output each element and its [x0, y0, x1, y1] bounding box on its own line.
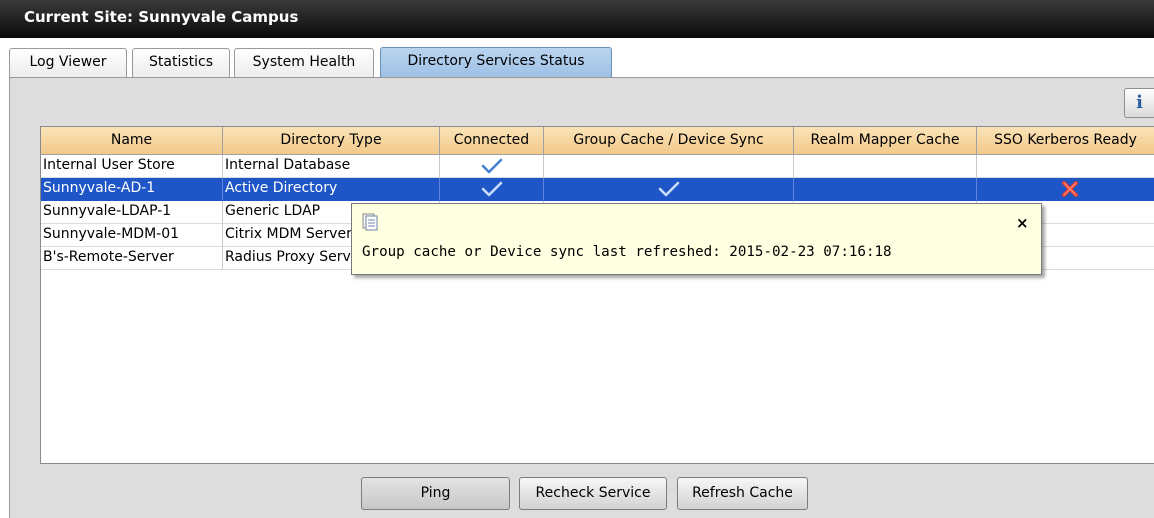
- checkmark-icon: [481, 181, 503, 197]
- document-icon: [362, 213, 378, 231]
- tab-bar: Log Viewer Statistics System Health Dire…: [0, 38, 1154, 77]
- tab-directory-services-status[interactable]: Directory Services Status: [380, 47, 612, 77]
- site-title-bar: Current Site: Sunnyvale Campus: [0, 0, 1154, 38]
- cell-group-cache: [544, 155, 794, 178]
- cell-name: B's-Remote-Server: [41, 247, 223, 270]
- table-row[interactable]: Internal User Store Internal Database: [41, 155, 1154, 178]
- refresh-cache-button[interactable]: Refresh Cache: [677, 477, 808, 510]
- cell-directory-type: Internal Database: [223, 155, 440, 178]
- tab-statistics[interactable]: Statistics: [132, 48, 230, 77]
- info-icon: i: [1136, 92, 1143, 113]
- cell-realm-mapper: [794, 178, 977, 201]
- recheck-service-button[interactable]: Recheck Service: [519, 477, 667, 510]
- cell-sso-kerberos: [977, 155, 1154, 178]
- column-header-directory-type[interactable]: Directory Type: [223, 127, 440, 155]
- table-row-selected[interactable]: Sunnyvale-AD-1 Active Directory: [41, 178, 1154, 201]
- error-x-icon: [1062, 181, 1078, 197]
- cell-name: Sunnyvale-LDAP-1: [41, 201, 223, 224]
- cell-realm-mapper: [794, 155, 977, 178]
- close-icon[interactable]: ×: [1016, 214, 1029, 232]
- cell-directory-type: Active Directory: [223, 178, 440, 201]
- site-title: Current Site: Sunnyvale Campus: [24, 8, 299, 26]
- info-button[interactable]: i: [1124, 88, 1154, 118]
- tab-system-health[interactable]: System Health: [234, 48, 374, 77]
- cell-name: Internal User Store: [41, 155, 223, 178]
- checkmark-icon: [658, 181, 680, 197]
- directory-services-table: Name Directory Type Connected Group Cach…: [40, 126, 1154, 464]
- checkmark-icon: [481, 158, 503, 174]
- refresh-tooltip: × Group cache or Device sync last refres…: [351, 203, 1042, 275]
- column-header-realm-mapper-cache[interactable]: Realm Mapper Cache: [794, 127, 977, 155]
- cell-name: Sunnyvale-MDM-01: [41, 224, 223, 247]
- column-header-group-cache-device-sync[interactable]: Group Cache / Device Sync: [544, 127, 794, 155]
- cell-sso-kerberos: [977, 178, 1154, 201]
- cell-name: Sunnyvale-AD-1: [41, 178, 223, 201]
- cell-group-cache: [544, 178, 794, 201]
- cell-connected: [440, 178, 544, 201]
- tooltip-text: Group cache or Device sync last refreshe…: [362, 244, 892, 260]
- ping-button[interactable]: Ping: [361, 477, 510, 510]
- column-header-sso-kerberos-ready[interactable]: SSO Kerberos Ready: [977, 127, 1154, 155]
- column-header-connected[interactable]: Connected: [440, 127, 544, 155]
- cell-connected: [440, 155, 544, 178]
- tab-log-viewer[interactable]: Log Viewer: [9, 48, 127, 77]
- column-header-name[interactable]: Name: [41, 127, 223, 155]
